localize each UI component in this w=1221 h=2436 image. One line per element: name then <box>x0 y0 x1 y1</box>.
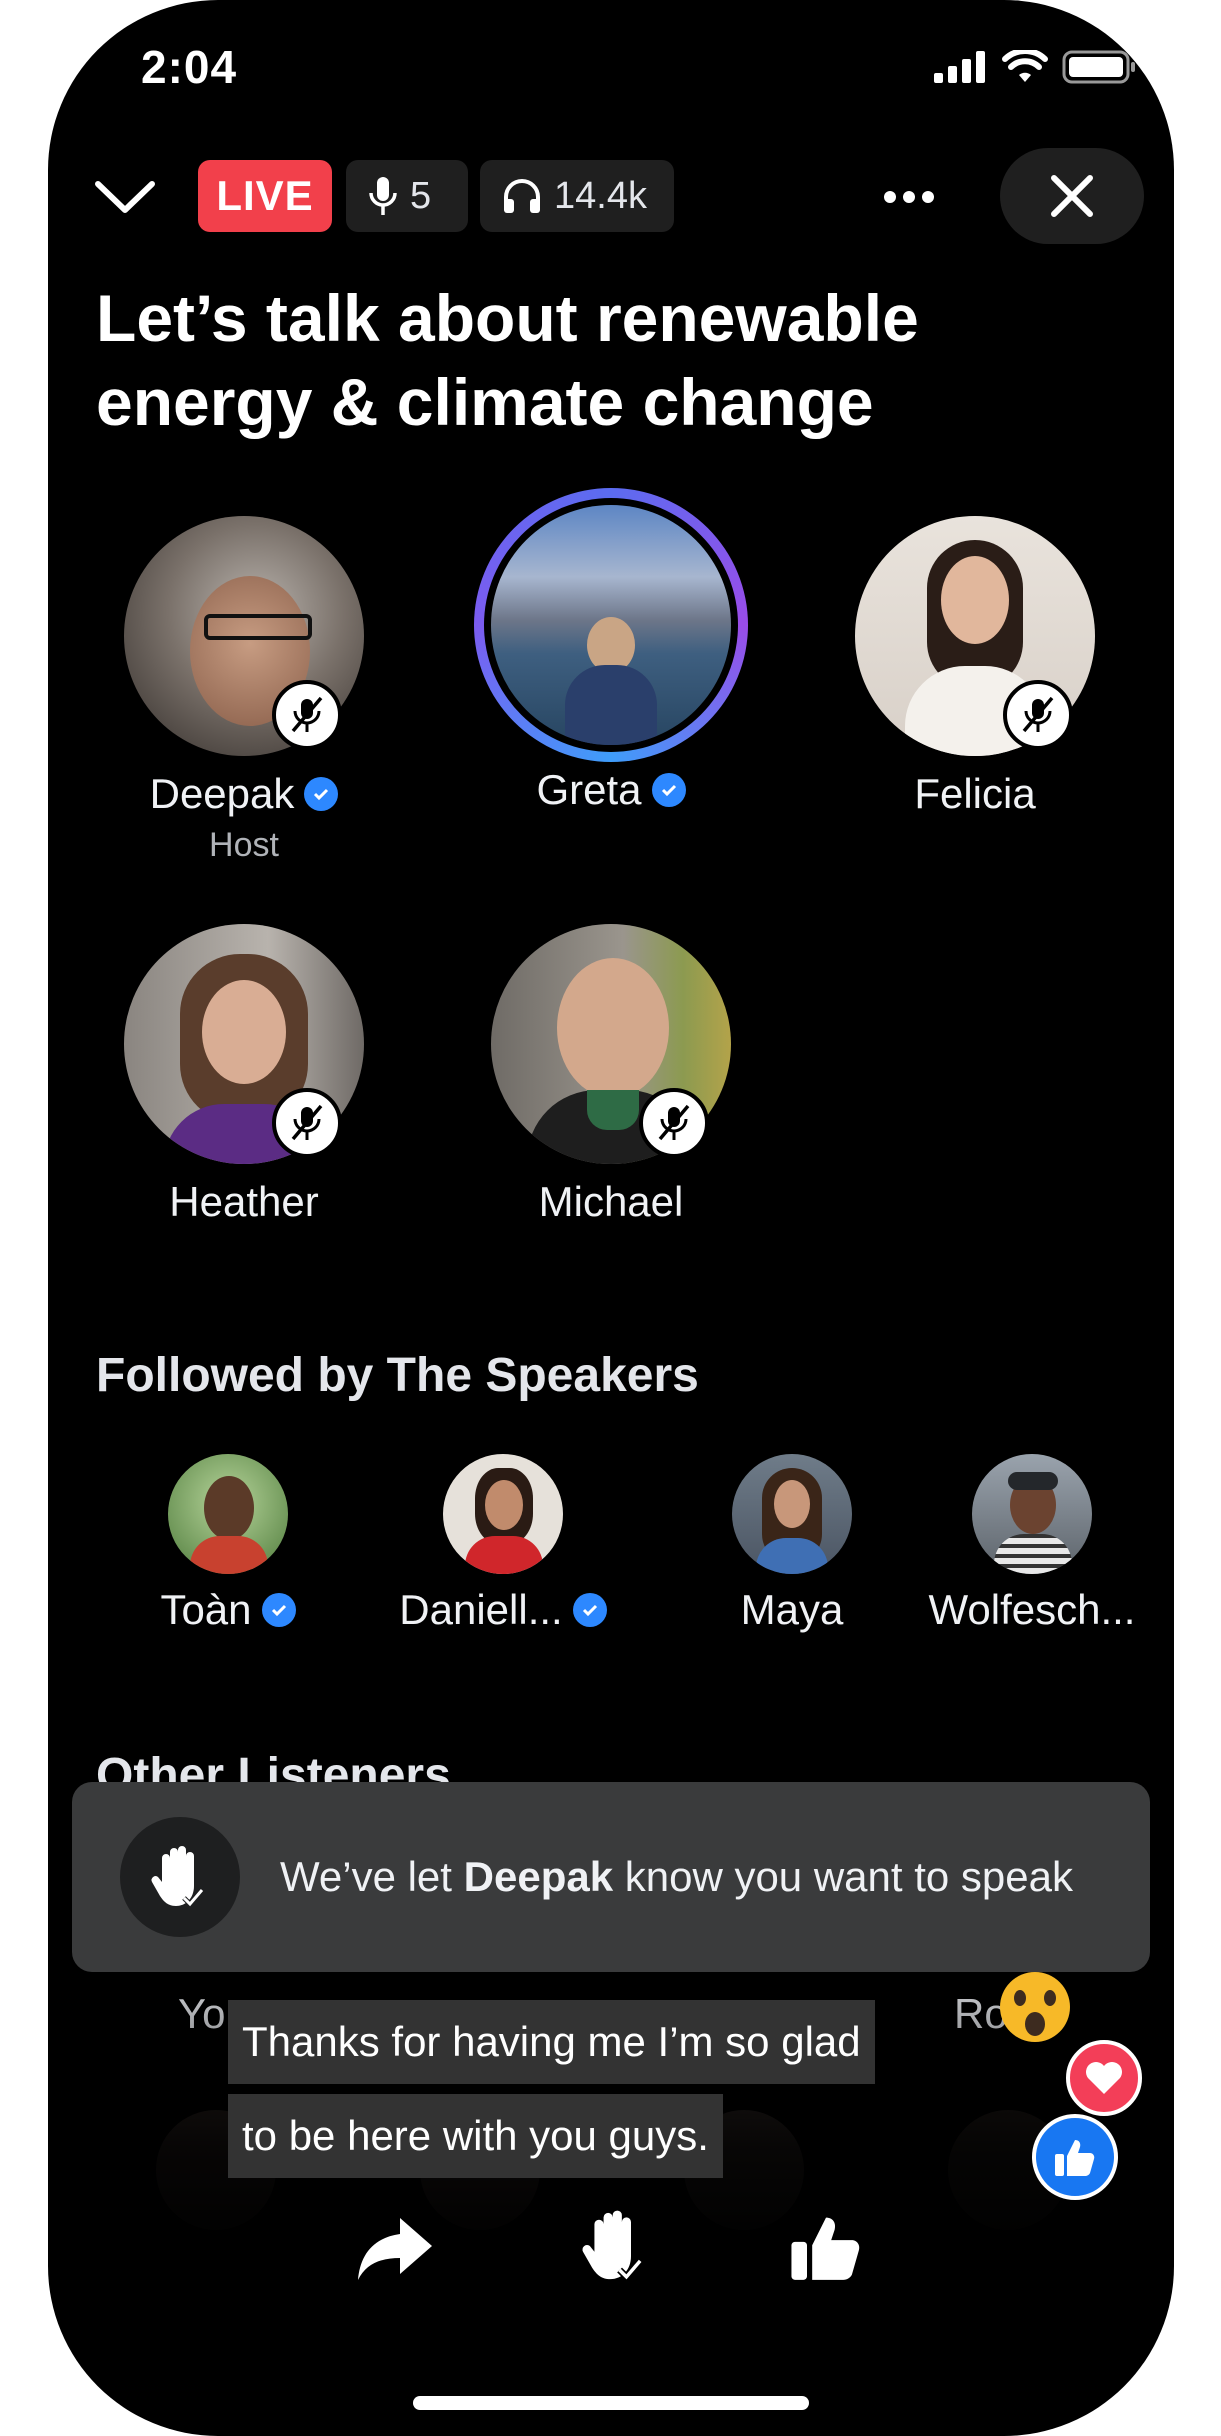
follower-maya[interactable]: Maya <box>704 1454 880 1634</box>
more-options-icon[interactable] <box>882 186 936 208</box>
headphones-icon <box>504 179 540 213</box>
avatar <box>168 1454 288 1574</box>
caption-line: to be here with you guys. <box>228 2094 723 2178</box>
follower-name-row: Daniell... <box>358 1586 648 1634</box>
like-icon[interactable] <box>788 2210 864 2284</box>
follower-name: Daniell... <box>399 1586 563 1633</box>
follower-toan[interactable]: Toàn <box>140 1454 316 1634</box>
speaker-name: Michael <box>538 1178 684 1225</box>
speaker-role: Host <box>209 826 279 864</box>
follower-name-row: Toàn <box>140 1586 316 1634</box>
live-caption: Thanks for having me I’m so glad to be h… <box>228 2000 875 2188</box>
speaker-name: Heather <box>169 1178 319 1225</box>
followed-section-title: Followed by The Speakers <box>96 1349 699 1402</box>
verified-badge-icon <box>304 777 339 811</box>
share-icon[interactable] <box>356 2212 436 2282</box>
wow-reaction-icon <box>1000 1972 1070 2042</box>
phone-screen: 2:04 LIVE 5 14.4k Let’s talk about renew… <box>48 0 1174 2436</box>
verified-badge-icon <box>572 1593 607 1627</box>
follower-daniell[interactable]: Daniell... <box>358 1454 648 1634</box>
toast-name: Deepak <box>463 1853 614 1900</box>
battery-icon <box>1062 50 1135 84</box>
speaker-felicia[interactable]: Felicia <box>825 516 1125 818</box>
caption-line: Thanks for having me I’m so glad <box>228 2000 875 2084</box>
avatar <box>972 1454 1092 1574</box>
other-listeners-title: Other Listeners <box>96 1749 451 1782</box>
raised-hand-icon <box>120 1817 240 1937</box>
close-button[interactable] <box>1000 148 1144 244</box>
muted-mic-icon <box>639 1088 709 1158</box>
follower-name: Wolfesch... <box>928 1586 1136 1633</box>
speaker-count: 5 <box>410 174 432 217</box>
status-time: 2:04 <box>141 41 238 93</box>
collapse-chevron-icon[interactable] <box>92 172 158 220</box>
speaker-heather[interactable]: Heather <box>94 924 394 1226</box>
speaker-name-row: Deepak <box>94 770 394 818</box>
room-title: Let’s talk about renewable energy & clim… <box>96 281 919 439</box>
toast-suffix: know you want to speak <box>613 1853 1073 1900</box>
verified-badge-icon <box>651 773 686 807</box>
toast-message: We’ve let Deepak know you want to speak <box>280 1847 1073 1907</box>
muted-mic-icon <box>1003 680 1073 750</box>
speaker-name: Deepak <box>149 770 295 817</box>
speaker-michael[interactable]: Michael <box>461 924 761 1226</box>
avatar <box>732 1454 852 1574</box>
microphone-icon <box>369 177 397 215</box>
muted-mic-icon <box>272 680 342 750</box>
speaker-greta[interactable]: Greta <box>461 488 761 814</box>
wifi-icon <box>1002 50 1048 82</box>
speaker-count-pill: 5 <box>346 160 468 232</box>
speaker-name: Felicia <box>914 770 1036 817</box>
raise-hand-icon[interactable] <box>578 2206 652 2286</box>
follower-wolfesch[interactable]: Wolfesch... <box>912 1454 1152 1634</box>
speaker-name: Greta <box>536 766 642 813</box>
like-reaction-icon <box>1032 2114 1118 2200</box>
follower-name: Maya <box>740 1586 844 1633</box>
cellular-signal-icon <box>934 51 985 83</box>
muted-mic-icon <box>272 1088 342 1158</box>
avatar <box>443 1454 563 1574</box>
speaker-deepak[interactable]: Deepak Host <box>94 516 394 865</box>
toast-prefix: We’ve let <box>280 1853 464 1900</box>
speaking-ring <box>474 488 748 762</box>
home-indicator[interactable] <box>413 2396 809 2410</box>
listener-count: 14.4k <box>554 174 647 217</box>
speaker-name-row: Greta <box>461 766 761 814</box>
heart-reaction-icon <box>1066 2040 1142 2116</box>
close-icon <box>1051 175 1093 217</box>
verified-badge-icon <box>261 1593 296 1627</box>
status-icons <box>934 50 1136 84</box>
follower-name: Toàn <box>160 1586 252 1633</box>
listener-count-pill: 14.4k <box>480 160 674 232</box>
avatar <box>491 505 731 745</box>
raise-hand-toast: We’ve let Deepak know you want to speak <box>72 1782 1150 1972</box>
live-badge: LIVE <box>198 160 332 232</box>
